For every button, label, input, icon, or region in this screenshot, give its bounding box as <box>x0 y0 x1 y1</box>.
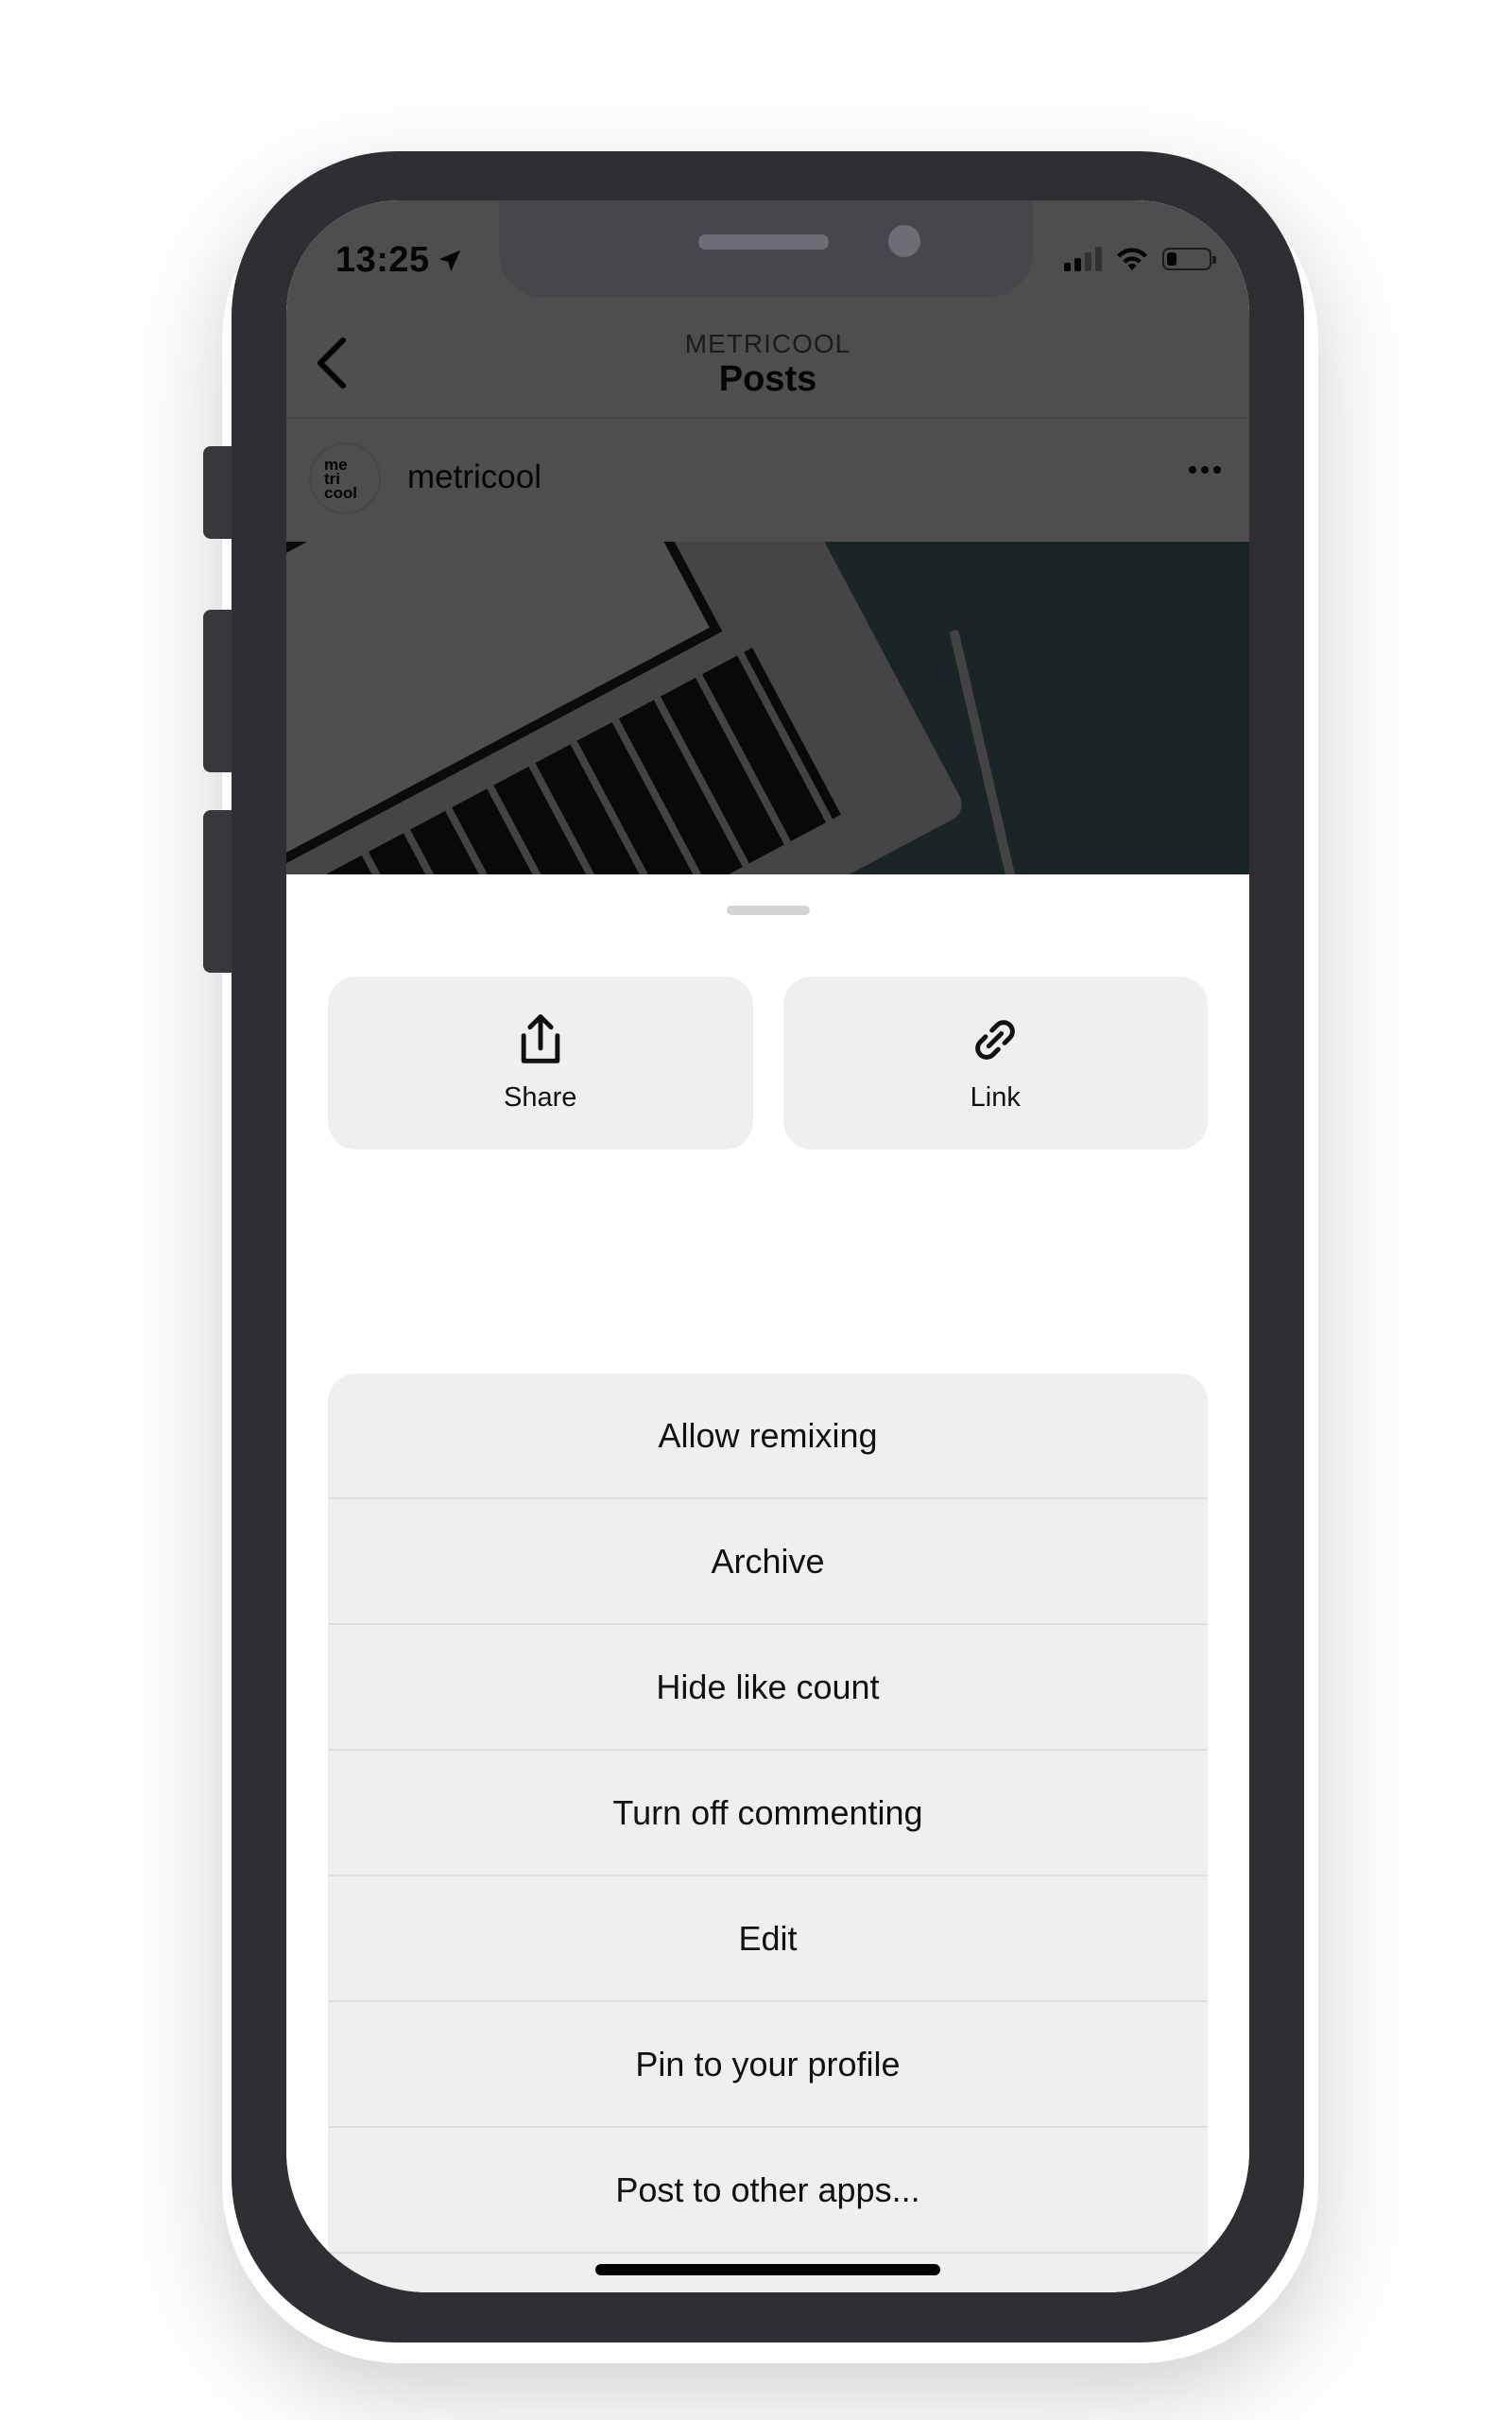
menu-item-edit[interactable]: Edit <box>328 1875 1208 2000</box>
home-indicator[interactable] <box>595 2264 940 2275</box>
modal-backdrop[interactable] <box>286 200 1249 874</box>
share-button[interactable]: Share <box>328 977 753 1150</box>
sheet-drag-handle[interactable] <box>727 906 810 915</box>
menu-item-allow-remixing[interactable]: Allow remixing <box>328 1374 1208 1497</box>
menu-item-turn-off-commenting[interactable]: Turn off commenting <box>328 1749 1208 1875</box>
sheet-actions: Share Link <box>328 977 1208 1150</box>
share-icon <box>521 1014 560 1063</box>
menu-item-post-to-other-apps[interactable]: Post to other apps... <box>328 2126 1208 2252</box>
link-button[interactable]: Link <box>782 977 1208 1150</box>
menu-item-hide-like-count[interactable]: Hide like count <box>328 1623 1208 1749</box>
phone-screen: 13:25 METRICOOL Posts me tri cool metric <box>286 200 1249 2292</box>
menu-item-pin-to-profile[interactable]: Pin to your profile <box>328 2000 1208 2126</box>
options-menu: Allow remixing Archive Hide like count T… <box>328 1374 1208 2292</box>
menu-item-archive[interactable]: Archive <box>328 1497 1208 1623</box>
link-icon <box>975 1020 1016 1060</box>
phone-notch <box>499 200 1033 298</box>
post-options-sheet: Share Link Allow remixing Archive Hide l… <box>286 874 1249 2292</box>
